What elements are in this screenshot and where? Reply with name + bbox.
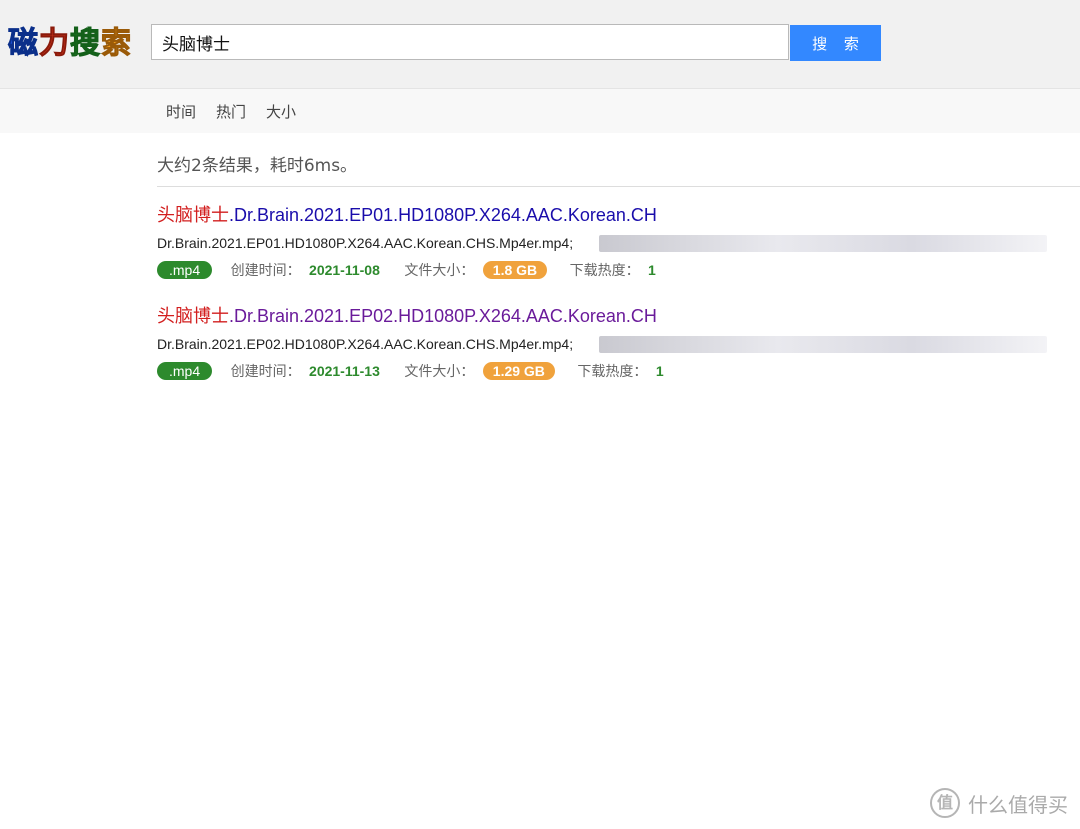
search-button[interactable]: 搜 索 xyxy=(790,25,881,61)
watermark-logo-icon: 值 xyxy=(930,788,960,818)
heat-label: 下载热度： xyxy=(577,364,648,380)
title-keyword: 头脑博士 xyxy=(157,205,229,226)
watermark-text: 什么值得买 xyxy=(968,792,1068,817)
created-date: 2021-11-13 xyxy=(309,363,380,379)
download-heat: 1 xyxy=(648,262,656,278)
size-label: 文件大小： xyxy=(404,263,475,279)
result-meta: .mp4 创建时间： 2021-11-08 文件大小： 1.8 GB 下载热度：… xyxy=(157,260,1080,280)
created-label: 创建时间： xyxy=(230,263,301,279)
sort-by-time[interactable]: 时间 xyxy=(166,101,196,122)
logo-char: 力 xyxy=(39,26,70,62)
site-logo[interactable]: 磁力搜索 xyxy=(8,24,132,64)
sort-bar: 时间 热门 大小 xyxy=(0,88,1080,133)
blurred-region xyxy=(599,336,1047,353)
header-bar: 磁力搜索 搜 索 xyxy=(0,0,1080,88)
result-summary: 大约2条结果，耗时6ms。 xyxy=(157,156,358,176)
logo-char: 磁 xyxy=(8,26,39,62)
result-item: 头脑博士.Dr.Brain.2021.EP02.HD1080P.X264.AAC… xyxy=(157,304,1080,381)
title-keyword: 头脑博士 xyxy=(157,306,229,327)
title-text: .Dr.Brain.2021.EP02.HD1080P.X264.AAC.Kor… xyxy=(229,306,657,326)
file-type-badge: .mp4 xyxy=(157,261,213,279)
file-size-badge: 1.8 GB xyxy=(482,261,548,279)
heat-label: 下载热度： xyxy=(569,263,640,279)
watermark: 值 什么值得买 xyxy=(930,787,1068,819)
file-name: Dr.Brain.2021.EP01.HD1080P.X264.AAC.Kore… xyxy=(157,235,574,251)
result-title-link[interactable]: 头脑博士.Dr.Brain.2021.EP02.HD1080P.X264.AAC… xyxy=(157,304,657,329)
size-label: 文件大小： xyxy=(404,364,475,380)
blurred-region xyxy=(599,235,1047,252)
divider xyxy=(157,186,1080,187)
search-input[interactable] xyxy=(151,24,789,60)
file-list: Dr.Brain.2021.EP02.HD1080P.X264.AAC.Kore… xyxy=(157,336,1080,354)
download-heat: 1 xyxy=(655,363,664,379)
file-name: Dr.Brain.2021.EP02.HD1080P.X264.AAC.Kore… xyxy=(157,336,574,352)
result-item: 头脑博士.Dr.Brain.2021.EP01.HD1080P.X264.AAC… xyxy=(157,203,1080,280)
created-date: 2021-11-08 xyxy=(309,262,380,278)
result-meta: .mp4 创建时间： 2021-11-13 文件大小： 1.29 GB 下载热度… xyxy=(157,361,1080,381)
logo-char: 搜 xyxy=(70,26,101,62)
sort-by-size[interactable]: 大小 xyxy=(266,101,296,122)
sort-by-popularity[interactable]: 热门 xyxy=(216,101,246,122)
file-type-badge: .mp4 xyxy=(157,362,213,380)
file-size-badge: 1.29 GB xyxy=(482,362,555,380)
created-label: 创建时间： xyxy=(230,364,301,380)
file-list: Dr.Brain.2021.EP01.HD1080P.X264.AAC.Kore… xyxy=(157,235,1080,253)
result-title-link[interactable]: 头脑博士.Dr.Brain.2021.EP01.HD1080P.X264.AAC… xyxy=(157,203,657,228)
logo-char: 索 xyxy=(101,26,132,62)
title-text: .Dr.Brain.2021.EP01.HD1080P.X264.AAC.Kor… xyxy=(229,205,657,225)
